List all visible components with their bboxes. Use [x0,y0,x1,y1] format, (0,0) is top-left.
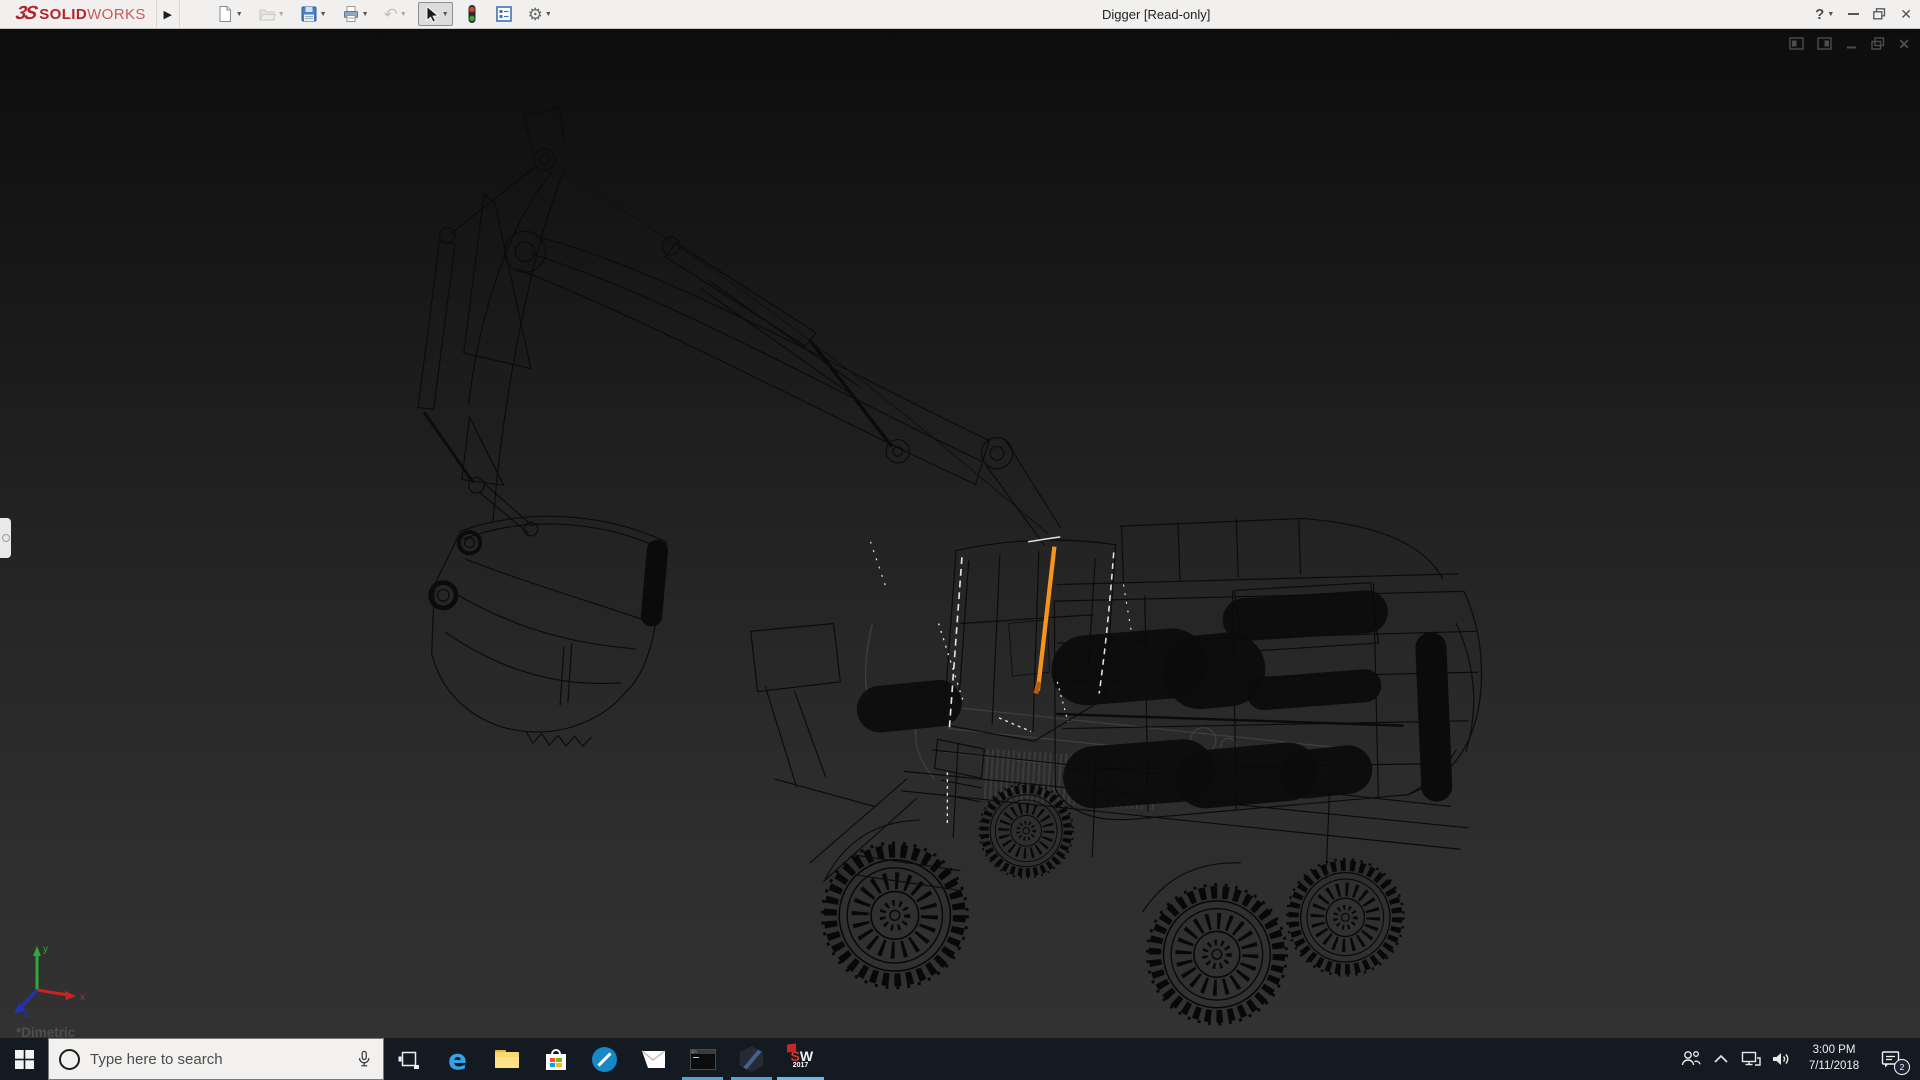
save-floppy-icon [300,5,318,23]
clock-time: 3:00 PM [1796,1043,1872,1059]
hexagon-app-button[interactable] [727,1038,776,1080]
minimize-button[interactable] [1848,13,1859,15]
start-button[interactable] [0,1038,48,1080]
dropdown-caret[interactable]: ▼ [1827,11,1834,18]
chevron-up-icon [1713,1053,1729,1065]
clock-date: 7/11/2018 [1796,1059,1872,1075]
close-button[interactable]: ✕ [1900,7,1912,21]
dropdown-caret: ▼ [278,11,285,18]
search-placeholder: Type here to search [90,1051,345,1068]
command-prompt-icon: C:\ [690,1049,716,1070]
dropdown-caret[interactable]: ▼ [362,11,369,18]
running-indicator [777,1077,824,1080]
undo-button[interactable]: ↶ ▼ [380,3,411,26]
show-right-pane-icon[interactable] [1817,36,1832,51]
triad-x-label: x [80,992,85,1003]
show-left-pane-icon[interactable] [1789,36,1804,51]
command-prompt-button[interactable]: C:\ [678,1038,727,1080]
document-close-icon[interactable]: ✕ [1898,37,1910,51]
mail-icon [641,1050,666,1069]
file-explorer-icon [495,1050,519,1068]
system-tray: 3:00 PM 7/11/2018 2 [1676,1038,1920,1080]
undo-icon: ↶ [384,6,398,23]
solidworks-desktop: { "titlebar": { "brand": {"mark": "3S", … [0,0,1920,1080]
file-properties-button[interactable] [491,2,517,26]
edge-button[interactable]: e [433,1038,482,1080]
show-hidden-icons-button[interactable] [1706,1038,1736,1080]
volume-button[interactable] [1766,1038,1796,1080]
microsoft-store-icon [546,1049,566,1070]
traffic-light-icon [464,4,480,24]
graphics-viewport[interactable]: ✕ [0,28,1920,1038]
action-center-button[interactable]: 2 [1872,1038,1910,1080]
gear-icon: ⚙ [528,6,543,23]
people-button[interactable] [1676,1038,1706,1080]
store-button[interactable] [531,1038,580,1080]
menu-flyout-button[interactable]: ▶ [157,0,180,28]
select-cursor-icon [422,5,440,23]
open-folder-icon [258,5,276,23]
triad-y-label: y [43,944,48,955]
dropdown-caret[interactable]: ▼ [236,11,243,18]
people-icon [1680,1049,1702,1069]
wireframe-digger-model [0,28,1920,1038]
solidworks-logo: 3S SOLID WORKS [0,0,157,28]
print-icon [342,5,360,23]
solidworks-2017-button[interactable]: SW 2017 [776,1038,825,1080]
new-document-icon [216,5,234,23]
dropdown-caret[interactable]: ▼ [442,11,449,18]
wrench-circle-icon [592,1047,617,1072]
network-icon [1741,1050,1761,1068]
ds-logo-mark: 3S [14,3,38,25]
new-document-button[interactable]: ▼ [212,2,247,26]
dropdown-caret[interactable]: ▼ [545,11,552,18]
cortana-icon [59,1049,80,1070]
titlebar: 3S SOLID WORKS ▶ ▼ ▼ ▼ [0,0,1920,29]
dropdown-caret[interactable]: ▼ [320,11,327,18]
help-icon: ? [1815,6,1824,23]
taskbar-search[interactable]: Type here to search [48,1038,384,1080]
task-view-button[interactable] [384,1038,433,1080]
triad-z-label: z [24,1009,29,1018]
rebuild-button[interactable] [460,1,484,27]
brand-works: WORKS [87,6,146,23]
network-button[interactable] [1736,1038,1766,1080]
options-button[interactable]: ⚙ ▼ [524,3,556,26]
speaker-icon [1771,1050,1791,1068]
quick-toolbar: ▼ ▼ ▼ ▼ ↶ [212,0,556,28]
restore-button[interactable] [1873,8,1886,20]
document-restore-icon[interactable] [1871,37,1885,50]
select-button[interactable]: ▼ [418,2,453,26]
hexagon-app-icon [739,1046,765,1072]
wireframe-layer [418,108,1482,912]
open-button[interactable]: ▼ [254,2,289,26]
file-properties-icon [495,5,513,23]
help-button[interactable]: ? ▼ [1815,6,1834,23]
brand-solid: SOLID [39,6,87,23]
window-controls: ? ▼ ✕ [1815,0,1912,28]
save-button[interactable]: ▼ [296,2,331,26]
document-minimize-icon[interactable] [1845,37,1858,50]
notification-badge: 2 [1894,1059,1910,1075]
task-view-icon [398,1048,420,1070]
taskbar-clock[interactable]: 3:00 PM 7/11/2018 [1796,1043,1872,1074]
document-window-controls: ✕ [1789,36,1910,51]
window-title: Digger [Read-only] [1102,7,1210,22]
print-button[interactable]: ▼ [338,2,373,26]
dropdown-caret: ▼ [400,11,407,18]
edge-icon: e [448,1043,467,1076]
solidworks-2017-icon: SW 2017 [785,1044,817,1074]
reference-triad: x y z [10,942,90,1018]
file-explorer-button[interactable] [482,1038,531,1080]
windows-taskbar: Type here to search e [0,1038,1920,1080]
mail-button[interactable] [629,1038,678,1080]
windows-logo-icon [15,1050,34,1069]
settings-wrench-button[interactable] [580,1038,629,1080]
microphone-icon[interactable] [355,1049,373,1069]
